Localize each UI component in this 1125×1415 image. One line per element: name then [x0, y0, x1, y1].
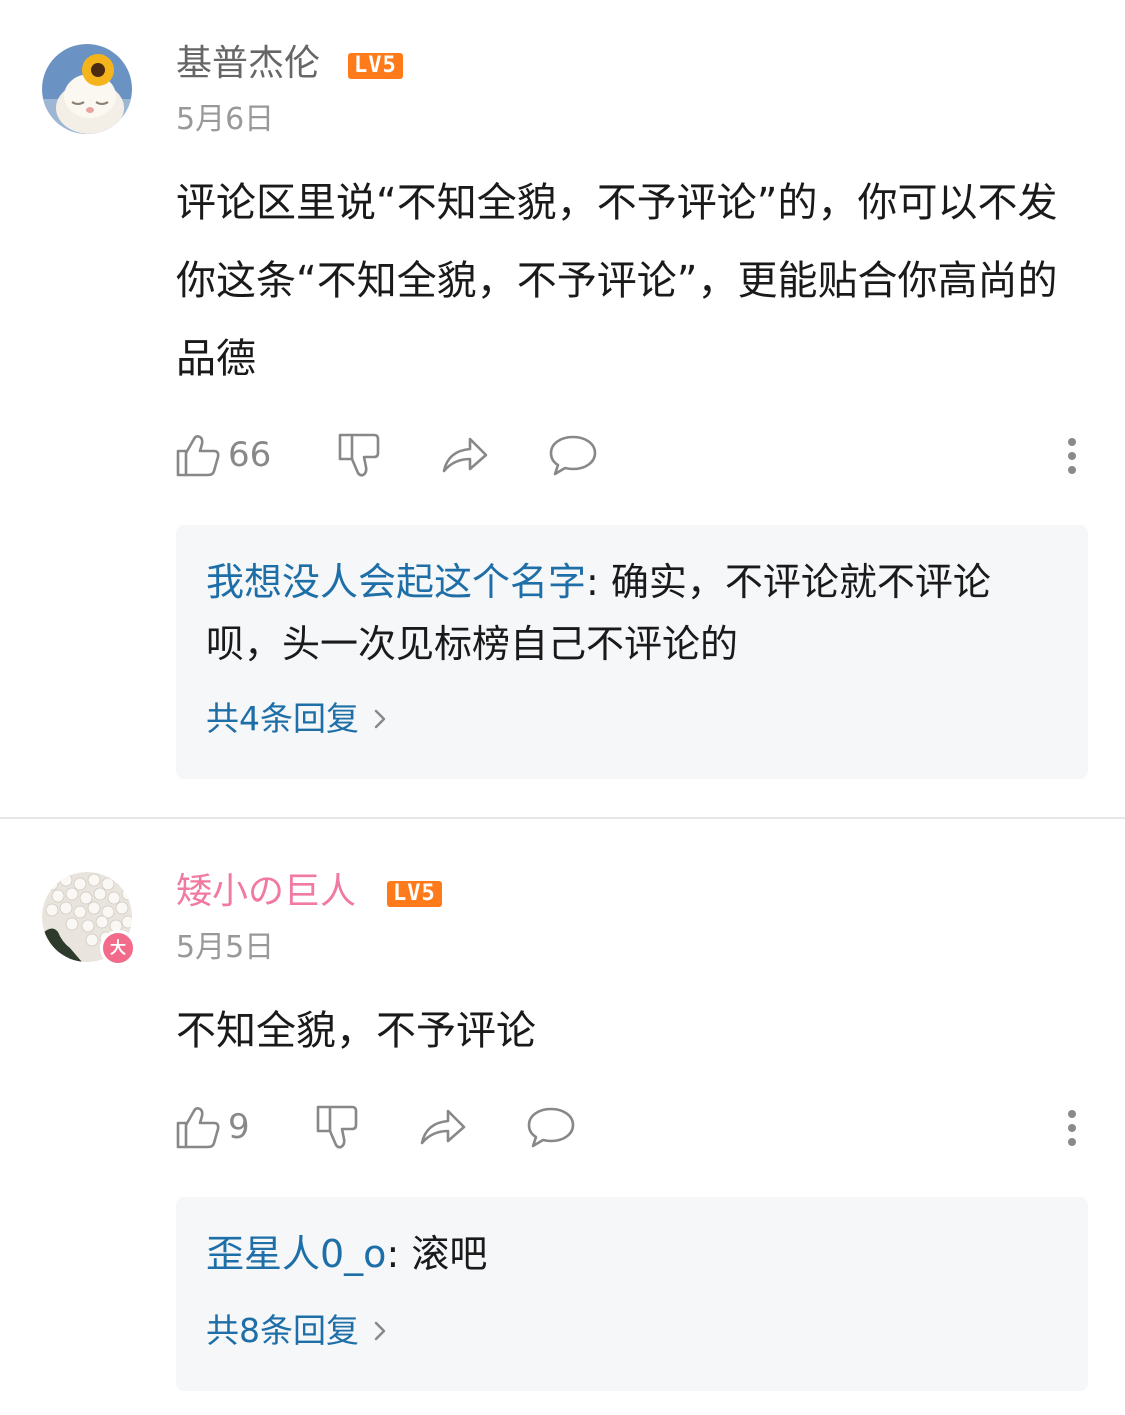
reply-button[interactable]	[526, 1102, 576, 1152]
reply-text: 我想没人会起这个名字: 确实，不评论就不评论呗，头一次见标榜自己不评论的	[206, 551, 1056, 675]
comment-date: 5月6日	[176, 102, 275, 137]
chevron-right-icon	[374, 709, 386, 729]
thumbs-up-icon	[176, 435, 220, 477]
divider	[0, 817, 1125, 819]
share-icon	[442, 437, 488, 473]
comment-actions: 66	[174, 430, 1084, 480]
share-icon	[420, 1109, 466, 1145]
avatar[interactable]	[42, 44, 132, 134]
comment-item: 基普杰伦 LV5 5月6日 评论区里说“不知全貌，不予评论”的，你可以不发你这条…	[0, 0, 1125, 818]
level-badge: LV5	[387, 881, 442, 907]
share-button[interactable]	[440, 430, 490, 480]
reply-username[interactable]: 歪星人0_o	[206, 1232, 386, 1276]
avatar[interactable]: 大	[42, 872, 136, 966]
comment-date: 5月5日	[176, 930, 275, 965]
like-count: 9	[228, 1107, 250, 1147]
reply-count-label: 共4条回复	[206, 699, 359, 738]
share-button[interactable]	[418, 1102, 468, 1152]
dislike-button[interactable]	[334, 430, 382, 480]
reply-text: 歪星人0_o: 滚吧	[206, 1223, 1056, 1285]
reply-count-label: 共8条回复	[206, 1311, 359, 1350]
level-badge: LV5	[348, 53, 403, 79]
reply-preview[interactable]: 我想没人会起这个名字: 确实，不评论就不评论呗，头一次见标榜自己不评论的 共4条…	[176, 525, 1088, 779]
dislike-button[interactable]	[312, 1102, 360, 1152]
reply-username[interactable]: 我想没人会起这个名字	[206, 560, 586, 604]
vip-badge: 大	[100, 930, 136, 966]
comment-content: 评论区里说“不知全貌，不予评论”的，你可以不发你这条“不知全貌，不予评论”，更能…	[176, 180, 1058, 382]
like-button[interactable]: 66	[174, 430, 271, 480]
like-button[interactable]: 9	[174, 1102, 250, 1152]
comment-icon	[549, 435, 597, 476]
more-icon[interactable]	[1060, 1104, 1084, 1150]
more-icon[interactable]	[1060, 432, 1084, 478]
reply-preview[interactable]: 歪星人0_o: 滚吧 共8条回复	[176, 1197, 1088, 1391]
reply-body: 滚吧	[411, 1232, 488, 1276]
thumbs-down-icon	[338, 433, 380, 477]
reply-button[interactable]	[548, 430, 598, 480]
reply-separator: :	[386, 1232, 412, 1276]
comment-item: 大 矮小の巨人 LV5 5月5日 不知全貌，不予评论 9 歪星人0_o: 滚吧 …	[0, 820, 1125, 1415]
avatar-image	[42, 44, 132, 134]
thumbs-up-icon	[176, 1107, 220, 1149]
username[interactable]: 基普杰伦	[176, 42, 320, 86]
comment-icon	[527, 1107, 575, 1148]
reply-count-link[interactable]: 共4条回复	[206, 699, 387, 739]
thumbs-down-icon	[316, 1105, 358, 1149]
like-count: 66	[228, 435, 272, 475]
username[interactable]: 矮小の巨人	[176, 870, 356, 914]
comment-content: 不知全貌，不予评论	[176, 1008, 536, 1054]
chevron-right-icon	[374, 1321, 386, 1341]
reply-separator: :	[586, 560, 611, 604]
comment-actions: 9	[174, 1102, 1084, 1152]
reply-count-link[interactable]: 共8条回复	[206, 1311, 387, 1351]
